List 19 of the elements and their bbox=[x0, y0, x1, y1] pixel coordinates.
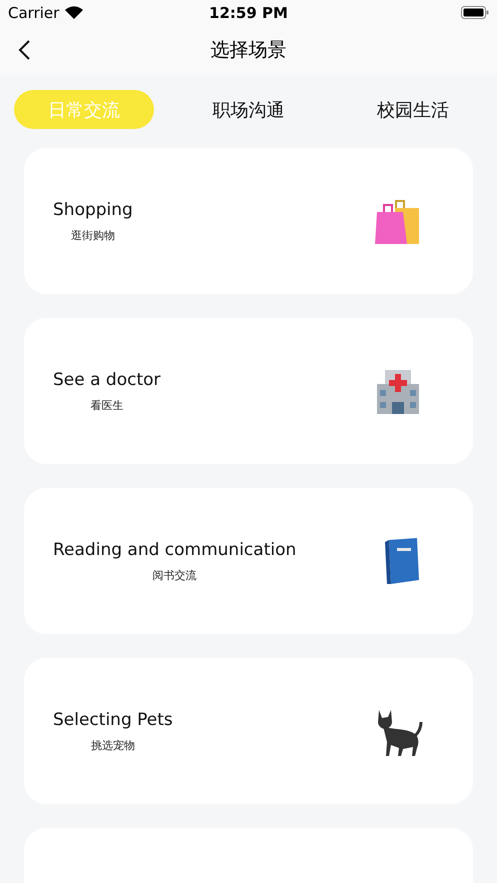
wifi-icon bbox=[65, 6, 84, 19]
scene-title: See a doctor bbox=[53, 370, 161, 390]
scene-subtitle: 逛街购物 bbox=[70, 228, 115, 242]
category-tab[interactable]: 职场沟通 bbox=[178, 90, 318, 129]
scene-title: Reading and communication bbox=[53, 540, 296, 560]
scene-card[interactable]: Reading and communication 阅书交流 bbox=[24, 488, 473, 634]
scene-card[interactable]: See a doctor 看医生 bbox=[24, 318, 473, 464]
scene-card[interactable]: Selecting Pets 挑选宠物 bbox=[24, 658, 473, 804]
scene-subtitle: 阅书交流 bbox=[152, 568, 197, 582]
scene-subtitle: 看医生 bbox=[90, 398, 124, 412]
page-title: 选择场景 bbox=[210, 38, 286, 63]
scene-subtitle: 挑选宠物 bbox=[90, 738, 135, 752]
clock-time: 12:59 PM bbox=[209, 4, 288, 22]
scene-title: Selecting Pets bbox=[53, 710, 173, 730]
category-tab[interactable]: 校园生活 bbox=[343, 90, 483, 129]
battery-icon bbox=[460, 6, 489, 19]
scene-title: Shopping bbox=[53, 200, 133, 220]
scene-card[interactable]: Shopping 逛街购物 bbox=[24, 148, 473, 294]
carrier-label: Carrier bbox=[8, 4, 60, 22]
